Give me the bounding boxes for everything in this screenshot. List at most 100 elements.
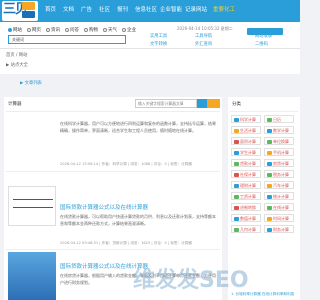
- nav-news[interactable]: 报刊: [117, 5, 128, 15]
- radio-dot: [103, 27, 107, 32]
- breadcrumb-home[interactable]: 首页 / 网站: [6, 52, 27, 58]
- category-tag[interactable]: 数值计算: [231, 214, 261, 222]
- category-tag[interactable]: 手机计算: [264, 148, 294, 156]
- radio-dot: [122, 27, 126, 32]
- tag-icon: [267, 227, 272, 232]
- category-tag[interactable]: 贷款计算: [231, 159, 261, 167]
- category-tag[interactable]: 日历: [264, 115, 294, 123]
- search-submit-button[interactable]: [207, 99, 220, 108]
- tag-icon: [234, 161, 239, 166]
- article-summary-2: 在线贷款计算器，可以帮助用户快速计算贷款的月供、利息以及还款计划表，支持等额本息…: [60, 214, 216, 226]
- radio-dot: [8, 27, 12, 32]
- tag-icon: [234, 117, 239, 122]
- radio-dot: [84, 27, 88, 32]
- tag-icon: [234, 227, 239, 232]
- tag-icon: [267, 128, 272, 133]
- category-tag[interactable]: 汽车计算: [264, 181, 294, 189]
- tool-link-6[interactable]: 二维码: [255, 41, 268, 47]
- breadcrumb-link[interactable]: ▶ 文章列表: [20, 80, 42, 86]
- tag-icon: [234, 172, 239, 177]
- watermark: 维发发SEO: [133, 268, 249, 293]
- breadcrumb-section[interactable]: ▶ 站点大全: [6, 62, 28, 68]
- search-input[interactable]: 关键词: [8, 35, 126, 44]
- category-tag[interactable]: 社保计算: [231, 170, 261, 178]
- tag-icon: [267, 172, 272, 177]
- category-tag[interactable]: 财务计算: [264, 225, 294, 233]
- logo-badge-top: [22, 2, 35, 10]
- divider: [6, 249, 220, 250]
- article-title-2[interactable]: 国际贷款计算器公式以及在线计算器: [60, 203, 218, 211]
- article-thumbnail[interactable]: [8, 252, 56, 300]
- thumb-line: [13, 199, 53, 200]
- search-button[interactable]: [197, 99, 207, 108]
- tool-link-3[interactable]: 网站收录: [255, 33, 272, 39]
- divider: [6, 111, 220, 112]
- breadcrumb: [0, 48, 300, 74]
- sidebar-title: 分类: [232, 102, 241, 107]
- category-tag[interactable]: 面积计算: [231, 137, 261, 145]
- radio-weather[interactable]: 天气: [103, 27, 117, 33]
- divider: [6, 171, 220, 172]
- category-tag[interactable]: 数学计算: [264, 126, 294, 134]
- category-tag[interactable]: 进制转换: [231, 203, 261, 211]
- nav-info[interactable]: 信息社区: [135, 5, 157, 15]
- tag-icon: [234, 194, 239, 199]
- tag-icon: [234, 205, 239, 210]
- main-title: 计算器: [8, 102, 22, 107]
- nav-home[interactable]: 首页: [45, 5, 56, 15]
- category-tag[interactable]: 工资计算: [231, 192, 261, 200]
- nav-community[interactable]: 社区: [99, 5, 110, 15]
- category-tag[interactable]: 税务计算: [264, 170, 294, 178]
- radio-shop[interactable]: 购物: [84, 27, 98, 33]
- category-tag[interactable]: 学生计算: [231, 148, 261, 156]
- article-search-input[interactable]: 输入关键字搜索计算器文章: [135, 99, 197, 108]
- nav-ads[interactable]: 广告: [81, 5, 92, 15]
- tag-icon: [267, 183, 272, 188]
- category-tag[interactable]: 房贷计算: [264, 159, 294, 167]
- article-meta-2: 2026-04-12 09:48:51 | 作者：贷款计算 | 浏览：1625 …: [60, 241, 192, 245]
- tag-icon: [267, 139, 272, 144]
- radio-company[interactable]: 企业: [122, 27, 136, 33]
- article-summary-1: 在线科学计算器，用户可以方便地进行四则运算和复杂的函数计算，支持括号运算，结果精…: [60, 121, 216, 133]
- logo-badge-bottom: [22, 11, 35, 18]
- radio-dot: [46, 27, 50, 32]
- tag-icon: [267, 216, 272, 221]
- category-tag[interactable]: 在线计算: [264, 203, 294, 211]
- date-display: 2026-04-14 10:05:32 星期二: [177, 26, 233, 31]
- tag-icon: [267, 205, 272, 210]
- tag-icon: [234, 128, 239, 133]
- category-tag[interactable]: 生活计算: [231, 126, 261, 134]
- tag-icon: [267, 161, 272, 166]
- radio-qa[interactable]: 问答: [65, 27, 79, 33]
- radio-site[interactable]: 网站: [8, 27, 22, 33]
- nav-chem[interactable]: 重要化工: [213, 5, 235, 15]
- nav-enterprise[interactable]: 企业智能: [160, 5, 182, 15]
- category-tag[interactable]: 几何计算: [231, 225, 261, 233]
- article-thumbnail[interactable]: [8, 186, 56, 226]
- tag-icon: [267, 150, 272, 155]
- divider: [230, 111, 298, 112]
- tool-link-4[interactable]: 文字转换: [150, 41, 167, 47]
- category-tag[interactable]: 统计计算: [264, 192, 294, 200]
- article-meta-1: 2026-04-12 15:06:14 | 作者：科学计算 | 浏览：1086 …: [60, 162, 192, 166]
- tag-icon: [267, 194, 272, 199]
- nav-docs[interactable]: 文档: [63, 5, 74, 15]
- radio-web[interactable]: 网页: [27, 27, 41, 33]
- tool-link-5[interactable]: 外汇查询: [195, 41, 212, 47]
- tool-link-2[interactable]: 工具导航: [195, 33, 212, 39]
- tool-link-1[interactable]: 实用工具: [150, 33, 167, 39]
- category-tag[interactable]: 时间计算: [264, 214, 294, 222]
- radio-dot: [65, 27, 69, 32]
- tag-icon: [234, 150, 239, 155]
- nav-records[interactable]: 记录网站: [185, 5, 207, 15]
- tag-icon: [267, 117, 272, 122]
- category-tag[interactable]: 单位换算: [264, 137, 294, 145]
- thumb-line: [13, 207, 53, 208]
- category-tag[interactable]: 理财计算: [231, 181, 261, 189]
- tag-icon: [234, 216, 239, 221]
- category-tag[interactable]: 科学计算: [231, 115, 261, 123]
- radio-dot: [27, 27, 31, 32]
- tag-icon: [234, 139, 239, 144]
- tag-icon: [234, 183, 239, 188]
- radio-news[interactable]: 资讯: [46, 27, 60, 33]
